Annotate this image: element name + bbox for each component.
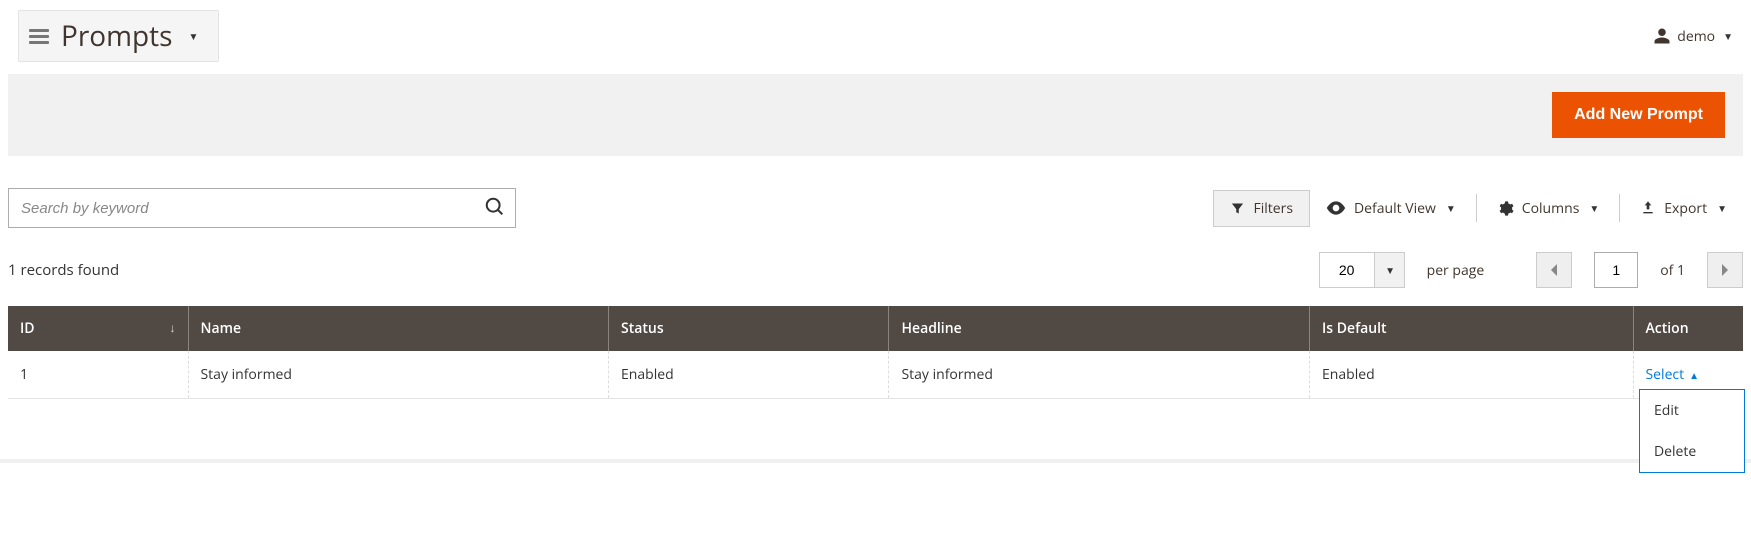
action-select-link[interactable]: Select ▲ bbox=[1646, 365, 1700, 384]
column-status[interactable]: Status bbox=[609, 306, 889, 351]
data-grid: ID↓ Name Status Headline Is Default Acti… bbox=[8, 306, 1743, 399]
column-headline[interactable]: Headline bbox=[889, 306, 1310, 351]
columns-button[interactable]: Columns ▼ bbox=[1481, 191, 1616, 226]
add-new-prompt-button[interactable]: Add New Prompt bbox=[1552, 92, 1725, 138]
hamburger-icon bbox=[29, 29, 49, 44]
current-page-input[interactable] bbox=[1594, 252, 1638, 288]
action-edit[interactable]: Edit bbox=[1640, 390, 1744, 431]
chevron-left-icon bbox=[1549, 263, 1559, 277]
column-id[interactable]: ID↓ bbox=[8, 306, 188, 351]
search-icon[interactable] bbox=[484, 196, 506, 218]
gear-icon bbox=[1497, 200, 1514, 217]
table-row[interactable]: 1 Stay informed Enabled Stay informed En… bbox=[8, 351, 1743, 399]
search-wrapper bbox=[8, 188, 516, 228]
action-delete[interactable]: Delete bbox=[1640, 431, 1744, 472]
page-title-dropdown[interactable]: Prompts ▼ bbox=[18, 10, 219, 62]
caret-down-icon: ▼ bbox=[1717, 201, 1727, 215]
caret-down-icon: ▼ bbox=[189, 29, 199, 43]
caret-down-icon: ▼ bbox=[1723, 29, 1733, 43]
action-dropdown: Edit Delete bbox=[1639, 389, 1745, 473]
chevron-right-icon bbox=[1720, 263, 1730, 277]
previous-page-button[interactable] bbox=[1536, 252, 1572, 288]
default-view-label: Default View bbox=[1354, 199, 1436, 218]
footer-shadow bbox=[0, 459, 1751, 463]
toolbar-right: Filters Default View ▼ Columns ▼ Export … bbox=[1213, 190, 1743, 227]
next-page-button[interactable] bbox=[1707, 252, 1743, 288]
default-view-button[interactable]: Default View ▼ bbox=[1310, 191, 1472, 226]
page-size-input[interactable] bbox=[1319, 252, 1375, 288]
user-label: demo bbox=[1677, 27, 1715, 46]
pager: ▼ per page of 1 bbox=[1319, 252, 1743, 288]
page-title: Prompts bbox=[61, 17, 173, 55]
export-button[interactable]: Export ▼ bbox=[1624, 191, 1743, 226]
of-pages: of 1 bbox=[1660, 261, 1685, 280]
columns-label: Columns bbox=[1522, 199, 1580, 218]
separator bbox=[1619, 194, 1620, 222]
caret-up-icon: ▲ bbox=[1689, 368, 1699, 382]
per-page-label: per page bbox=[1427, 261, 1485, 280]
cell-status: Enabled bbox=[609, 351, 889, 399]
column-name[interactable]: Name bbox=[188, 306, 609, 351]
sort-down-icon: ↓ bbox=[170, 319, 176, 336]
column-action: Action bbox=[1633, 306, 1743, 351]
page-size-dropdown-button[interactable]: ▼ bbox=[1375, 252, 1405, 288]
cell-id: 1 bbox=[8, 351, 188, 399]
records-found: 1 records found bbox=[8, 260, 119, 280]
actions-bar: Add New Prompt bbox=[8, 74, 1743, 156]
caret-down-icon: ▼ bbox=[1385, 263, 1395, 277]
cell-action: Select ▲ Edit Delete bbox=[1633, 351, 1743, 399]
column-is-default[interactable]: Is Default bbox=[1310, 306, 1633, 351]
filter-icon bbox=[1230, 201, 1245, 216]
search-input[interactable] bbox=[8, 188, 516, 228]
filters-label: Filters bbox=[1253, 199, 1293, 218]
caret-down-icon: ▼ bbox=[1589, 201, 1599, 215]
export-label: Export bbox=[1664, 199, 1707, 218]
separator bbox=[1476, 194, 1477, 222]
filters-button[interactable]: Filters bbox=[1213, 190, 1310, 227]
cell-headline: Stay informed bbox=[889, 351, 1310, 399]
export-icon bbox=[1640, 200, 1656, 216]
cell-name: Stay informed bbox=[188, 351, 609, 399]
user-icon bbox=[1653, 27, 1671, 45]
caret-down-icon: ▼ bbox=[1446, 201, 1456, 215]
user-menu[interactable]: demo ▼ bbox=[1653, 27, 1733, 46]
cell-is-default: Enabled bbox=[1310, 351, 1633, 399]
eye-icon bbox=[1326, 201, 1346, 215]
